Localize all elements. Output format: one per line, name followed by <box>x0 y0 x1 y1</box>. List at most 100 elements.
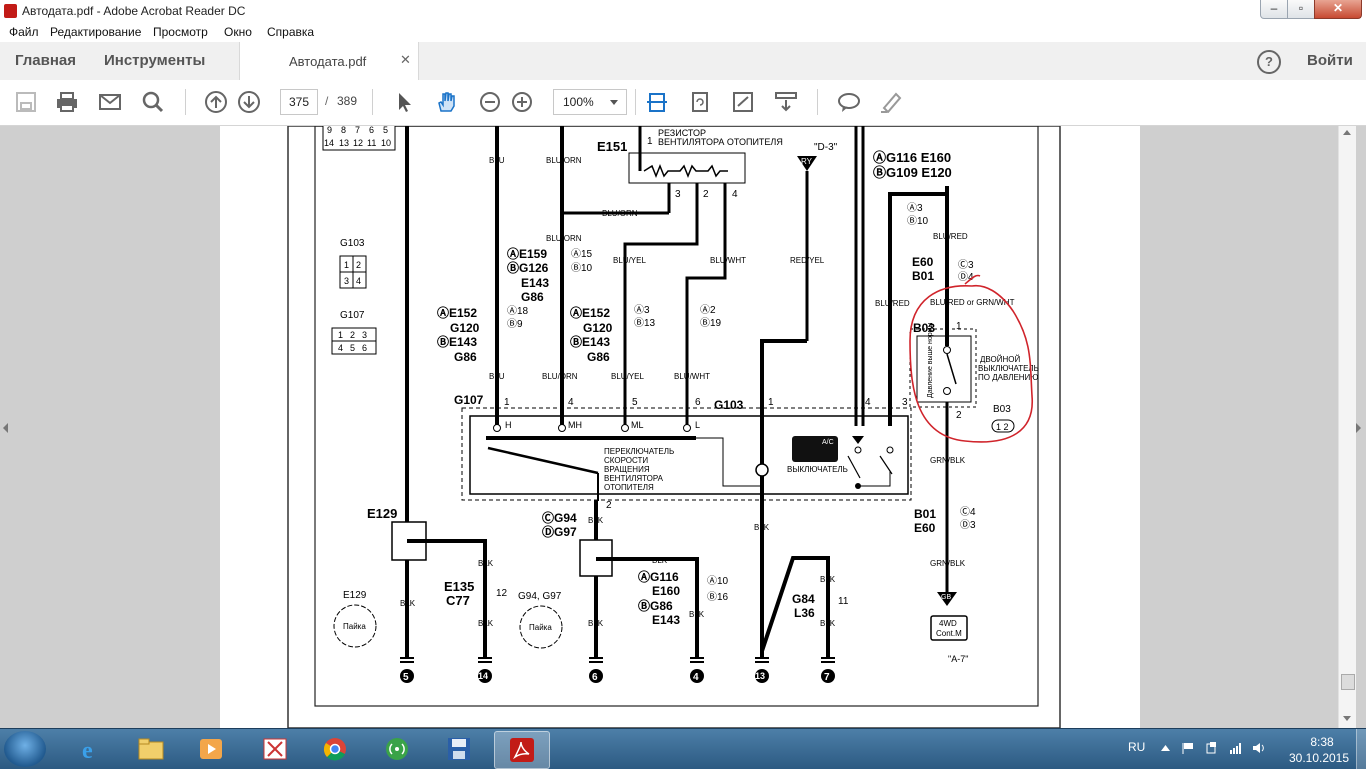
chevron-down-icon <box>610 100 618 105</box>
connector-g103-icon: G103 1 2 3 4 <box>339 238 367 289</box>
connector-label: B03 <box>993 404 1011 415</box>
signin-button[interactable]: Войти <box>1307 52 1353 69</box>
splice-label: E135 <box>444 579 474 594</box>
pin-label: Ⓓ3 <box>960 519 976 531</box>
acrobat-app-icon <box>4 4 17 18</box>
pin-label: 6 <box>695 397 701 408</box>
next-page-icon[interactable] <box>237 91 261 113</box>
taskbar-snipping[interactable] <box>248 731 302 767</box>
menu-help[interactable]: Справка <box>267 25 314 39</box>
connector-label: G86 <box>587 350 610 364</box>
select-cursor-icon[interactable] <box>393 91 417 113</box>
taskbar-explorer[interactable] <box>124 731 178 767</box>
wire-label: BLU/RED <box>875 299 910 308</box>
pin-label: Ⓐ3 <box>907 202 923 214</box>
pin-label: 1 <box>768 397 774 408</box>
tab-home[interactable]: Главная <box>15 52 76 69</box>
close-window-button[interactable]: ✕ <box>1314 0 1362 19</box>
ground-6: 6 <box>589 657 603 683</box>
clock-time[interactable]: 8:38 <box>1296 735 1348 749</box>
toolbar: 375 / 389 100% <box>0 80 1366 126</box>
menu-file[interactable]: Файл <box>9 25 39 39</box>
maximize-button[interactable]: ▫ <box>1287 0 1315 19</box>
scroll-mode-icon[interactable] <box>774 91 798 113</box>
connector-label: G120 <box>583 321 613 335</box>
wiring-diagram: 9 8 7 6 5 14 13 12 11 10 E151 РЕЗИСТОР В… <box>287 126 1061 728</box>
pin-label: 3 <box>362 330 367 340</box>
minimize-button[interactable]: ‒ <box>1260 0 1288 19</box>
pin-label: 1 <box>504 397 510 408</box>
scroll-down-icon[interactable] <box>1343 716 1351 721</box>
flag-icon[interactable] <box>1181 742 1194 754</box>
wire-label: BLU/ORN <box>602 209 638 218</box>
full-screen-icon[interactable] <box>731 91 755 113</box>
pdf-page: 9 8 7 6 5 14 13 12 11 10 E151 РЕЗИСТОР В… <box>220 126 1140 728</box>
vertical-scrollbar[interactable] <box>1338 126 1356 728</box>
module-label: Cont.M <box>936 629 962 638</box>
title-bar: Автодата.pdf - Adobe Acrobat Reader DC ‒… <box>0 0 1366 23</box>
email-icon[interactable] <box>98 91 122 113</box>
zoom-out-icon[interactable] <box>478 91 502 113</box>
svg-text:14: 14 <box>478 671 488 681</box>
pin-label: 5 <box>350 343 355 353</box>
pin-label: 2 <box>606 500 612 511</box>
connector-label: E60 <box>912 255 934 269</box>
module-pin-label: GB <box>941 594 951 601</box>
menu-view[interactable]: Просмотр <box>153 25 208 39</box>
zoom-in-icon[interactable] <box>510 91 534 113</box>
taskbar-chrome[interactable] <box>308 731 362 767</box>
pin-label: 8 <box>341 126 346 135</box>
expand-left-panel-icon[interactable] <box>3 423 8 433</box>
folder-icon <box>138 738 164 760</box>
show-desktop-button[interactable] <box>1356 729 1366 769</box>
document-viewer[interactable]: 9 8 7 6 5 14 13 12 11 10 E151 РЕЗИСТОР В… <box>0 126 1366 728</box>
help-icon[interactable]: ? <box>1257 50 1281 74</box>
start-button[interactable] <box>4 731 46 767</box>
tab-document[interactable]: Автодата.pdf ✕ <box>239 42 419 81</box>
previous-page-icon[interactable] <box>204 91 228 113</box>
clock-date[interactable]: 30.10.2015 <box>1284 751 1354 765</box>
page-separator: / <box>325 94 329 108</box>
connector-label: E60 <box>914 521 936 535</box>
device-icon[interactable] <box>1205 742 1218 754</box>
rotate-view-icon[interactable] <box>688 91 712 113</box>
scrollbar-thumb[interactable] <box>1341 674 1355 690</box>
tab-tools[interactable]: Инструменты <box>104 52 205 69</box>
connector-label: G103 <box>714 398 744 412</box>
expand-right-panel-icon[interactable] <box>1356 423 1361 433</box>
taskbar-network-app[interactable] <box>370 731 424 767</box>
pin-label: 6 <box>369 126 374 135</box>
pin-label: 1 <box>344 260 349 270</box>
close-tab-icon[interactable]: ✕ <box>400 52 411 68</box>
menu-edit[interactable]: Редактирование <box>50 25 141 39</box>
acrobat-reader-icon <box>510 738 534 762</box>
comment-icon[interactable] <box>837 91 861 113</box>
show-hidden-icons-icon[interactable] <box>1159 742 1172 754</box>
scroll-up-icon[interactable] <box>1343 130 1351 135</box>
pin-label: Ⓒ3 <box>958 259 974 271</box>
network-icon[interactable] <box>1229 742 1242 754</box>
pin-label: 14 <box>324 138 334 148</box>
page-number-input[interactable]: 375 <box>280 89 318 115</box>
taskbar-acrobat[interactable] <box>494 731 550 769</box>
volume-icon[interactable] <box>1252 742 1265 754</box>
splice-label: ⒷG86 <box>638 598 673 613</box>
zoom-select[interactable]: 100% <box>553 89 627 115</box>
pin-label: 4 <box>568 397 574 408</box>
menu-window[interactable]: Окно <box>224 25 252 39</box>
wire-label: BLU/RED <box>933 232 968 241</box>
taskbar-save-app[interactable] <box>432 731 486 767</box>
print-icon[interactable] <box>55 91 79 113</box>
search-icon[interactable] <box>141 91 165 113</box>
hand-tool-icon[interactable] <box>435 91 459 113</box>
pin-label: 3 <box>902 397 908 408</box>
pin-label: 7 <box>355 126 360 135</box>
pin-label: 2 <box>956 410 962 421</box>
fit-width-icon[interactable] <box>645 91 669 113</box>
highlight-pen-icon[interactable] <box>879 91 903 113</box>
language-indicator[interactable]: RU <box>1128 740 1145 754</box>
taskbar-media-player[interactable] <box>184 731 238 767</box>
save-icon[interactable] <box>14 91 38 113</box>
ground-7: 7 <box>821 657 835 683</box>
taskbar-ie[interactable]: e <box>64 731 118 767</box>
